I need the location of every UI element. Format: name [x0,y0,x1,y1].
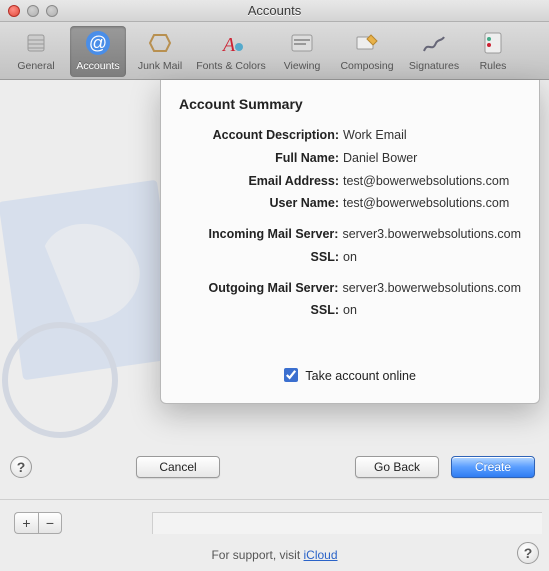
take-online-row: Take account online [179,368,521,383]
detail-panel-edge [152,512,542,534]
at-sign-icon: @ [83,28,113,58]
outgoing-ssl-label: SSL: [183,301,343,320]
help-button-footer[interactable]: ? [517,542,539,564]
toolbar-item-accounts[interactable]: @ Accounts [70,26,126,77]
toolbar-label: Composing [340,60,393,72]
username-value: test@bowerwebsolutions.com [343,194,521,213]
add-remove-buttons: + − [14,512,62,534]
toolbar-item-signatures[interactable]: Signatures [404,26,464,77]
create-button[interactable]: Create [451,456,535,478]
email-value: test@bowerwebsolutions.com [343,172,521,191]
general-icon [21,28,51,58]
preferences-toolbar: General @ Accounts Junk Mail A Fonts & C… [0,22,549,80]
go-back-button[interactable]: Go Back [355,456,439,478]
sheet-button-row: Cancel Go Back Create [0,456,549,478]
viewing-icon [287,28,317,58]
content-area: Account Summary Account Description: Wor… [0,80,549,571]
font-icon: A [216,28,246,58]
outgoing-ssl-value: on [343,301,521,320]
username-label: User Name: [183,194,343,213]
titlebar: Accounts [0,0,549,22]
toolbar-label: Fonts & Colors [196,60,265,72]
toolbar-item-fonts-colors[interactable]: A Fonts & Colors [194,26,268,77]
toolbar-item-viewing[interactable]: Viewing [274,26,330,77]
incoming-server-value: server3.bowerwebsolutions.com [342,225,521,244]
toolbar-label: Rules [480,60,507,72]
window-title: Accounts [0,3,549,18]
toolbar-item-rules[interactable]: Rules [470,26,516,77]
fullname-value: Daniel Bower [343,149,521,168]
summary-rows: Account Description: Work Email Full Nam… [183,126,521,320]
support-text: For support, visit iCloud [0,548,549,562]
outgoing-server-value: server3.bowerwebsolutions.com [342,279,521,298]
toolbar-item-general[interactable]: General [8,26,64,77]
sheet-title: Account Summary [179,96,521,112]
support-prefix: For support, visit [211,548,303,562]
incoming-ssl-value: on [343,248,521,267]
compose-icon [352,28,382,58]
description-label: Account Description: [183,126,343,145]
add-account-button[interactable]: + [14,512,38,534]
toolbar-label: Viewing [284,60,321,72]
svg-text:@: @ [89,33,107,53]
rules-icon [478,28,508,58]
toolbar-item-composing[interactable]: Composing [336,26,398,77]
remove-account-button[interactable]: − [38,512,62,534]
svg-text:A: A [221,34,236,56]
account-summary-sheet: Account Summary Account Description: Wor… [160,80,540,404]
fullname-label: Full Name: [183,149,343,168]
outgoing-server-label: Outgoing Mail Server: [183,279,342,298]
footer-divider [0,499,549,509]
support-link[interactable]: iCloud [304,548,338,562]
toolbar-label: General [17,60,54,72]
email-label: Email Address: [183,172,343,191]
incoming-ssl-label: SSL: [183,248,343,267]
toolbar-label: Junk Mail [138,60,182,72]
toolbar-label: Accounts [76,60,119,72]
description-value: Work Email [343,126,521,145]
cancel-button[interactable]: Cancel [136,456,220,478]
take-online-checkbox[interactable] [284,368,298,382]
toolbar-label: Signatures [409,60,459,72]
recycle-icon [145,28,175,58]
take-online-label: Take account online [305,369,416,383]
incoming-server-label: Incoming Mail Server: [183,225,342,244]
signature-icon [419,28,449,58]
toolbar-item-junk-mail[interactable]: Junk Mail [132,26,188,77]
